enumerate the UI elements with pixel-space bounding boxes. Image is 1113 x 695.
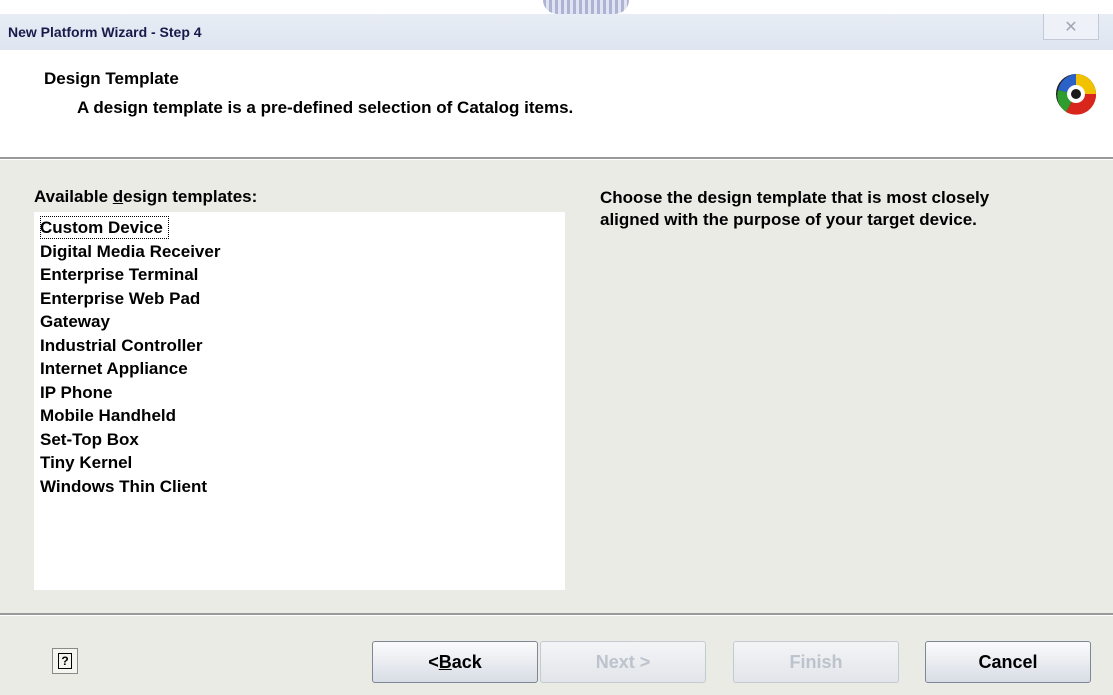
back-button[interactable]: < Back: [372, 641, 538, 683]
list-item[interactable]: Enterprise Web Pad: [40, 287, 200, 310]
list-item[interactable]: Mobile Handheld: [40, 404, 176, 427]
window-title: New Platform Wizard - Step 4: [8, 24, 202, 40]
list-item[interactable]: Gateway: [40, 310, 110, 333]
list-label: Available design templates:: [34, 187, 258, 206]
help-icon: ?: [58, 653, 72, 669]
wizard-footer: ? < Back Next > Finish Cancel: [0, 616, 1113, 695]
watermark-seal: [543, 0, 629, 14]
list-item[interactable]: Internet Appliance: [40, 357, 188, 380]
list-item[interactable]: Industrial Controller: [40, 334, 202, 357]
close-icon: ✕: [1064, 18, 1078, 36]
list-item[interactable]: Set-Top Box: [40, 428, 139, 451]
design-template-listbox[interactable]: Custom Device Digital Media Receiver Enter…: [34, 212, 565, 590]
wizard-body: Available design templates: Custom Devic…: [0, 160, 1113, 613]
help-button[interactable]: ?: [52, 648, 78, 674]
list-item[interactable]: Windows Thin Client: [40, 475, 207, 498]
list-item[interactable]: Digital Media Receiver: [40, 240, 220, 263]
list-item[interactable]: Enterprise Terminal: [40, 263, 198, 286]
page-subtitle: A design template is a pre-defined selec…: [77, 98, 574, 117]
template-description: Choose the design template that is most …: [600, 188, 990, 229]
page-title: Design Template: [44, 69, 179, 88]
list-item[interactable]: IP Phone: [40, 381, 112, 404]
list-item[interactable]: Tiny Kernel: [40, 451, 132, 474]
close-button[interactable]: ✕: [1043, 14, 1099, 40]
list-item[interactable]: Custom Device: [40, 216, 169, 239]
finish-button[interactable]: Finish: [733, 641, 899, 683]
cancel-button[interactable]: Cancel: [925, 641, 1091, 683]
title-bar: New Platform Wizard - Step 4 ✕: [0, 14, 1113, 50]
wizard-header: Design Template A design template is a p…: [0, 50, 1113, 157]
next-button[interactable]: Next >: [540, 641, 706, 683]
wizard-logo-icon: [1056, 74, 1097, 115]
